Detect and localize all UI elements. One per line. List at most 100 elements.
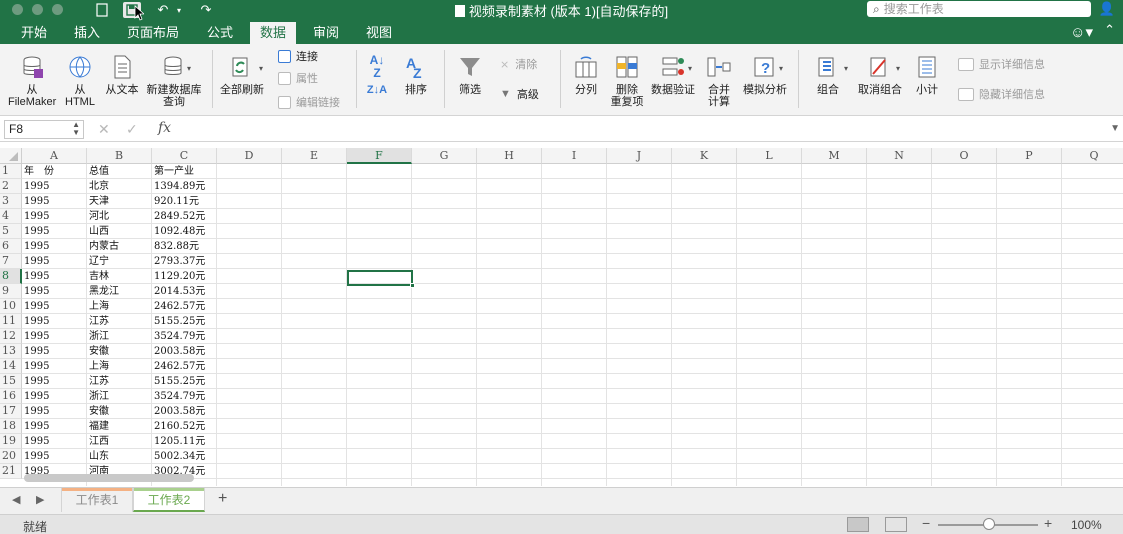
cell-a15[interactable]: 1995 bbox=[22, 374, 87, 389]
tab-view[interactable]: 视图 bbox=[356, 22, 402, 44]
cell-c17[interactable]: 2003.58元 bbox=[152, 404, 217, 419]
remove-duplicates-button[interactable]: 删除 重复项 bbox=[608, 54, 646, 108]
cell-c6[interactable]: 832.88元 bbox=[152, 239, 217, 254]
clear-filter-button[interactable]: ⨯ 清除 bbox=[500, 56, 537, 72]
cell-c15[interactable]: 5155.25元 bbox=[152, 374, 217, 389]
from-text-button[interactable]: 从文本 bbox=[103, 54, 141, 96]
fill-handle[interactable] bbox=[410, 283, 415, 288]
consolidate-button[interactable]: 合并 计算 bbox=[703, 54, 735, 108]
insert-function-icon[interactable]: fx bbox=[158, 120, 171, 136]
cell-b8[interactable]: 吉林 bbox=[87, 269, 152, 284]
formula-input[interactable] bbox=[184, 121, 1104, 138]
cell-c3[interactable]: 920.11元 bbox=[152, 194, 217, 209]
tab-review[interactable]: 审阅 bbox=[303, 22, 349, 44]
cell-b15[interactable]: 江苏 bbox=[87, 374, 152, 389]
cell-a20[interactable]: 1995 bbox=[22, 449, 87, 464]
column-header-c[interactable]: C bbox=[152, 148, 217, 164]
row-header[interactable]: 20 bbox=[0, 449, 22, 464]
cell-a7[interactable]: 1995 bbox=[22, 254, 87, 269]
row-header[interactable]: 9 bbox=[0, 284, 22, 299]
hide-detail-button[interactable]: 隐藏详细信息 bbox=[958, 86, 1045, 102]
cell-b19[interactable]: 江西 bbox=[87, 434, 152, 449]
cell-b14[interactable]: 上海 bbox=[87, 359, 152, 374]
row-header[interactable]: 1 bbox=[0, 164, 22, 179]
text-to-columns-button[interactable]: 分列 bbox=[568, 54, 604, 96]
cell-a12[interactable]: 1995 bbox=[22, 329, 87, 344]
cell-b17[interactable]: 安徽 bbox=[87, 404, 152, 419]
cell-c9[interactable]: 2014.53元 bbox=[152, 284, 217, 299]
row-header[interactable]: 6 bbox=[0, 239, 22, 254]
sort-ascending-button[interactable]: A↓ Z bbox=[366, 54, 388, 80]
cell-c13[interactable]: 2003.58元 bbox=[152, 344, 217, 359]
cell-c19[interactable]: 1205.11元 bbox=[152, 434, 217, 449]
add-sheet-icon[interactable]: + bbox=[218, 490, 227, 508]
row-header[interactable]: 12 bbox=[0, 329, 22, 344]
column-header-p[interactable]: P bbox=[997, 148, 1062, 164]
cell-a19[interactable]: 1995 bbox=[22, 434, 87, 449]
cell-c18[interactable]: 2160.52元 bbox=[152, 419, 217, 434]
cell-c14[interactable]: 2462.57元 bbox=[152, 359, 217, 374]
cell-c11[interactable]: 5155.25元 bbox=[152, 314, 217, 329]
cell-b5[interactable]: 山西 bbox=[87, 224, 152, 239]
cell-b7[interactable]: 辽宁 bbox=[87, 254, 152, 269]
row-header[interactable]: 4 bbox=[0, 209, 22, 224]
cancel-edit-icon[interactable]: ✕ bbox=[98, 121, 110, 138]
what-if-dropdown-icon[interactable]: ▾ bbox=[779, 60, 783, 76]
cell-b9[interactable]: 黑龙江 bbox=[87, 284, 152, 299]
cell-b10[interactable]: 上海 bbox=[87, 299, 152, 314]
cell-a11[interactable]: 1995 bbox=[22, 314, 87, 329]
expand-formula-bar-icon[interactable]: ▼ bbox=[1110, 123, 1120, 134]
cell-b16[interactable]: 浙江 bbox=[87, 389, 152, 404]
row-header[interactable]: 3 bbox=[0, 194, 22, 209]
feedback-smiley-icon[interactable]: ☺▾ bbox=[1070, 23, 1093, 41]
share-user-icon[interactable]: 👤 bbox=[1099, 1, 1115, 17]
confirm-edit-icon[interactable]: ✓ bbox=[126, 121, 138, 138]
row-header[interactable]: 11 bbox=[0, 314, 22, 329]
column-header-l[interactable]: L bbox=[737, 148, 802, 164]
show-detail-button[interactable]: 显示详细信息 bbox=[958, 56, 1045, 72]
column-header-n[interactable]: N bbox=[867, 148, 932, 164]
column-header-k[interactable]: K bbox=[672, 148, 737, 164]
group-button[interactable]: 组合 bbox=[808, 54, 848, 96]
row-header[interactable]: 19 bbox=[0, 434, 22, 449]
search-input[interactable]: ⌕ 搜索工作表 bbox=[867, 1, 1091, 17]
cell-a17[interactable]: 1995 bbox=[22, 404, 87, 419]
tab-insert[interactable]: 插入 bbox=[64, 22, 110, 44]
normal-view-icon[interactable] bbox=[847, 517, 869, 532]
cell-c16[interactable]: 3524.79元 bbox=[152, 389, 217, 404]
tab-formulas[interactable]: 公式 bbox=[197, 22, 243, 44]
cell-a16[interactable]: 1995 bbox=[22, 389, 87, 404]
row-header[interactable]: 14 bbox=[0, 359, 22, 374]
zoom-out-icon[interactable]: − bbox=[922, 515, 930, 531]
cell-a5[interactable]: 1995 bbox=[22, 224, 87, 239]
edit-links-button[interactable]: 编辑链接 bbox=[278, 94, 340, 110]
cell-c12[interactable]: 3524.79元 bbox=[152, 329, 217, 344]
cell-b13[interactable]: 安徽 bbox=[87, 344, 152, 359]
cell-b18[interactable]: 福建 bbox=[87, 419, 152, 434]
group-dropdown-icon[interactable]: ▾ bbox=[844, 60, 848, 76]
cell-c7[interactable]: 2793.37元 bbox=[152, 254, 217, 269]
cell-b2[interactable]: 北京 bbox=[87, 179, 152, 194]
cell-a9[interactable]: 1995 bbox=[22, 284, 87, 299]
row-header[interactable]: 8 bbox=[0, 269, 22, 284]
collapse-ribbon-icon[interactable]: ⌃ bbox=[1104, 22, 1115, 38]
active-cell[interactable] bbox=[347, 270, 415, 288]
from-html-button[interactable]: 从 HTML bbox=[60, 54, 100, 108]
column-header-j[interactable]: J bbox=[607, 148, 672, 164]
cell-b11[interactable]: 江苏 bbox=[87, 314, 152, 329]
row-header[interactable]: 18 bbox=[0, 419, 22, 434]
sort-descending-button[interactable]: Z↓A bbox=[366, 84, 388, 96]
cell-c2[interactable]: 1394.89元 bbox=[152, 179, 217, 194]
cell-a4[interactable]: 1995 bbox=[22, 209, 87, 224]
properties-button[interactable]: 属性 bbox=[278, 70, 318, 86]
column-header-a[interactable]: A bbox=[22, 148, 87, 164]
page-layout-view-icon[interactable] bbox=[885, 517, 907, 532]
sheet-tab-2[interactable]: 工作表2 bbox=[133, 488, 205, 512]
name-box-stepper-icon[interactable]: ▲ ▼ bbox=[72, 121, 80, 137]
tab-data[interactable]: 数据 bbox=[250, 22, 297, 44]
cell-b12[interactable]: 浙江 bbox=[87, 329, 152, 344]
column-header-q[interactable]: Q bbox=[1062, 148, 1123, 164]
row-header[interactable]: 15 bbox=[0, 374, 22, 389]
cell-c1[interactable]: 第一产业 bbox=[152, 164, 217, 179]
row-header[interactable]: 10 bbox=[0, 299, 22, 314]
